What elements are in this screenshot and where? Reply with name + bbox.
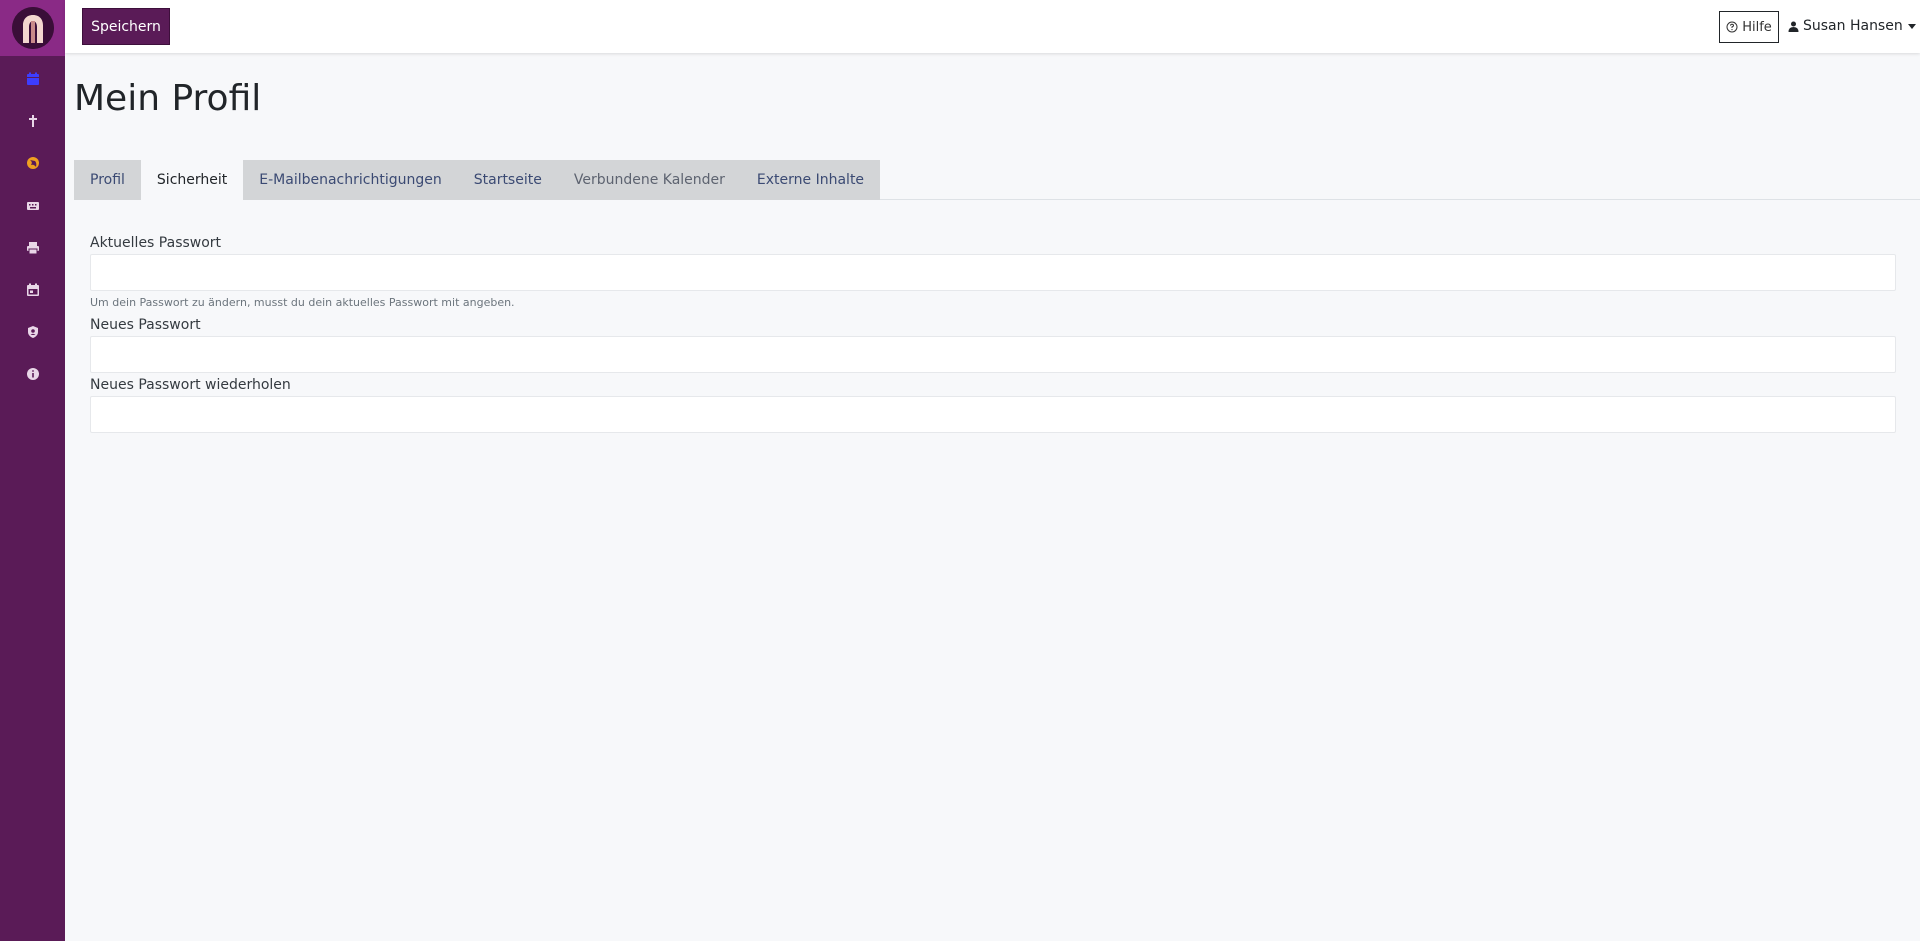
chevron-down-icon: [1907, 23, 1916, 29]
calendar-day-icon: [26, 283, 39, 296]
sidebar-item-keyboard[interactable]: [0, 190, 65, 222]
sidebar-item-calendar-day[interactable]: [0, 274, 65, 306]
tab-startseite[interactable]: Startseite: [457, 160, 558, 200]
current-password-help: Um dein Passwort zu ändern, musst du dei…: [90, 296, 515, 309]
new-password-label: Neues Passwort: [90, 317, 201, 333]
calendar-icon: [26, 72, 39, 85]
tab-external-content[interactable]: Externe Inhalte: [740, 160, 881, 200]
repeat-password-label: Neues Passwort wiederholen: [90, 377, 291, 393]
tab-connected-calendars[interactable]: Verbundene Kalender: [557, 160, 741, 200]
sidebar-item-globe[interactable]: [0, 147, 65, 179]
logo-emblem: [11, 7, 54, 49]
user-menu[interactable]: Susan Hansen: [1788, 14, 1916, 38]
current-password-label: Aktuelles Passwort: [90, 235, 222, 251]
user-icon: [1788, 21, 1799, 32]
tab-email-notifications[interactable]: E-Mailbenachrichtigungen: [243, 160, 458, 200]
question-circle-icon: [1726, 21, 1738, 33]
tab-sicherheit[interactable]: Sicherheit: [140, 160, 244, 200]
sidebar: [0, 0, 65, 941]
profile-tabs: Profil Sicherheit E-Mailbenachrichtigung…: [74, 160, 881, 200]
info-icon: [26, 368, 39, 380]
cross-icon: [28, 115, 37, 127]
user-shield-icon: [27, 326, 38, 338]
top-bar: Speichern Hilfe Susan Hansen: [65, 0, 1920, 53]
current-password-input[interactable]: [90, 254, 1896, 291]
help-button[interactable]: Hilfe: [1719, 11, 1779, 43]
help-label: Hilfe: [1742, 19, 1772, 35]
printer-icon: [26, 242, 39, 255]
tab-profil[interactable]: Profil: [74, 160, 141, 200]
sidebar-item-info[interactable]: [0, 358, 65, 390]
keyboard-icon: [26, 202, 39, 210]
sidebar-item-admin[interactable]: [0, 316, 65, 348]
globe-icon: [26, 157, 39, 169]
sidebar-item-church[interactable]: [0, 105, 65, 137]
page-title: Mein Profil: [74, 78, 262, 119]
save-button[interactable]: Speichern: [82, 8, 170, 45]
user-name: Susan Hansen: [1803, 18, 1903, 34]
repeat-password-input[interactable]: [90, 396, 1896, 433]
sidebar-item-calendar[interactable]: [0, 63, 65, 95]
sidebar-item-print[interactable]: [0, 232, 65, 264]
app-logo[interactable]: [0, 0, 65, 56]
new-password-input[interactable]: [90, 336, 1896, 373]
